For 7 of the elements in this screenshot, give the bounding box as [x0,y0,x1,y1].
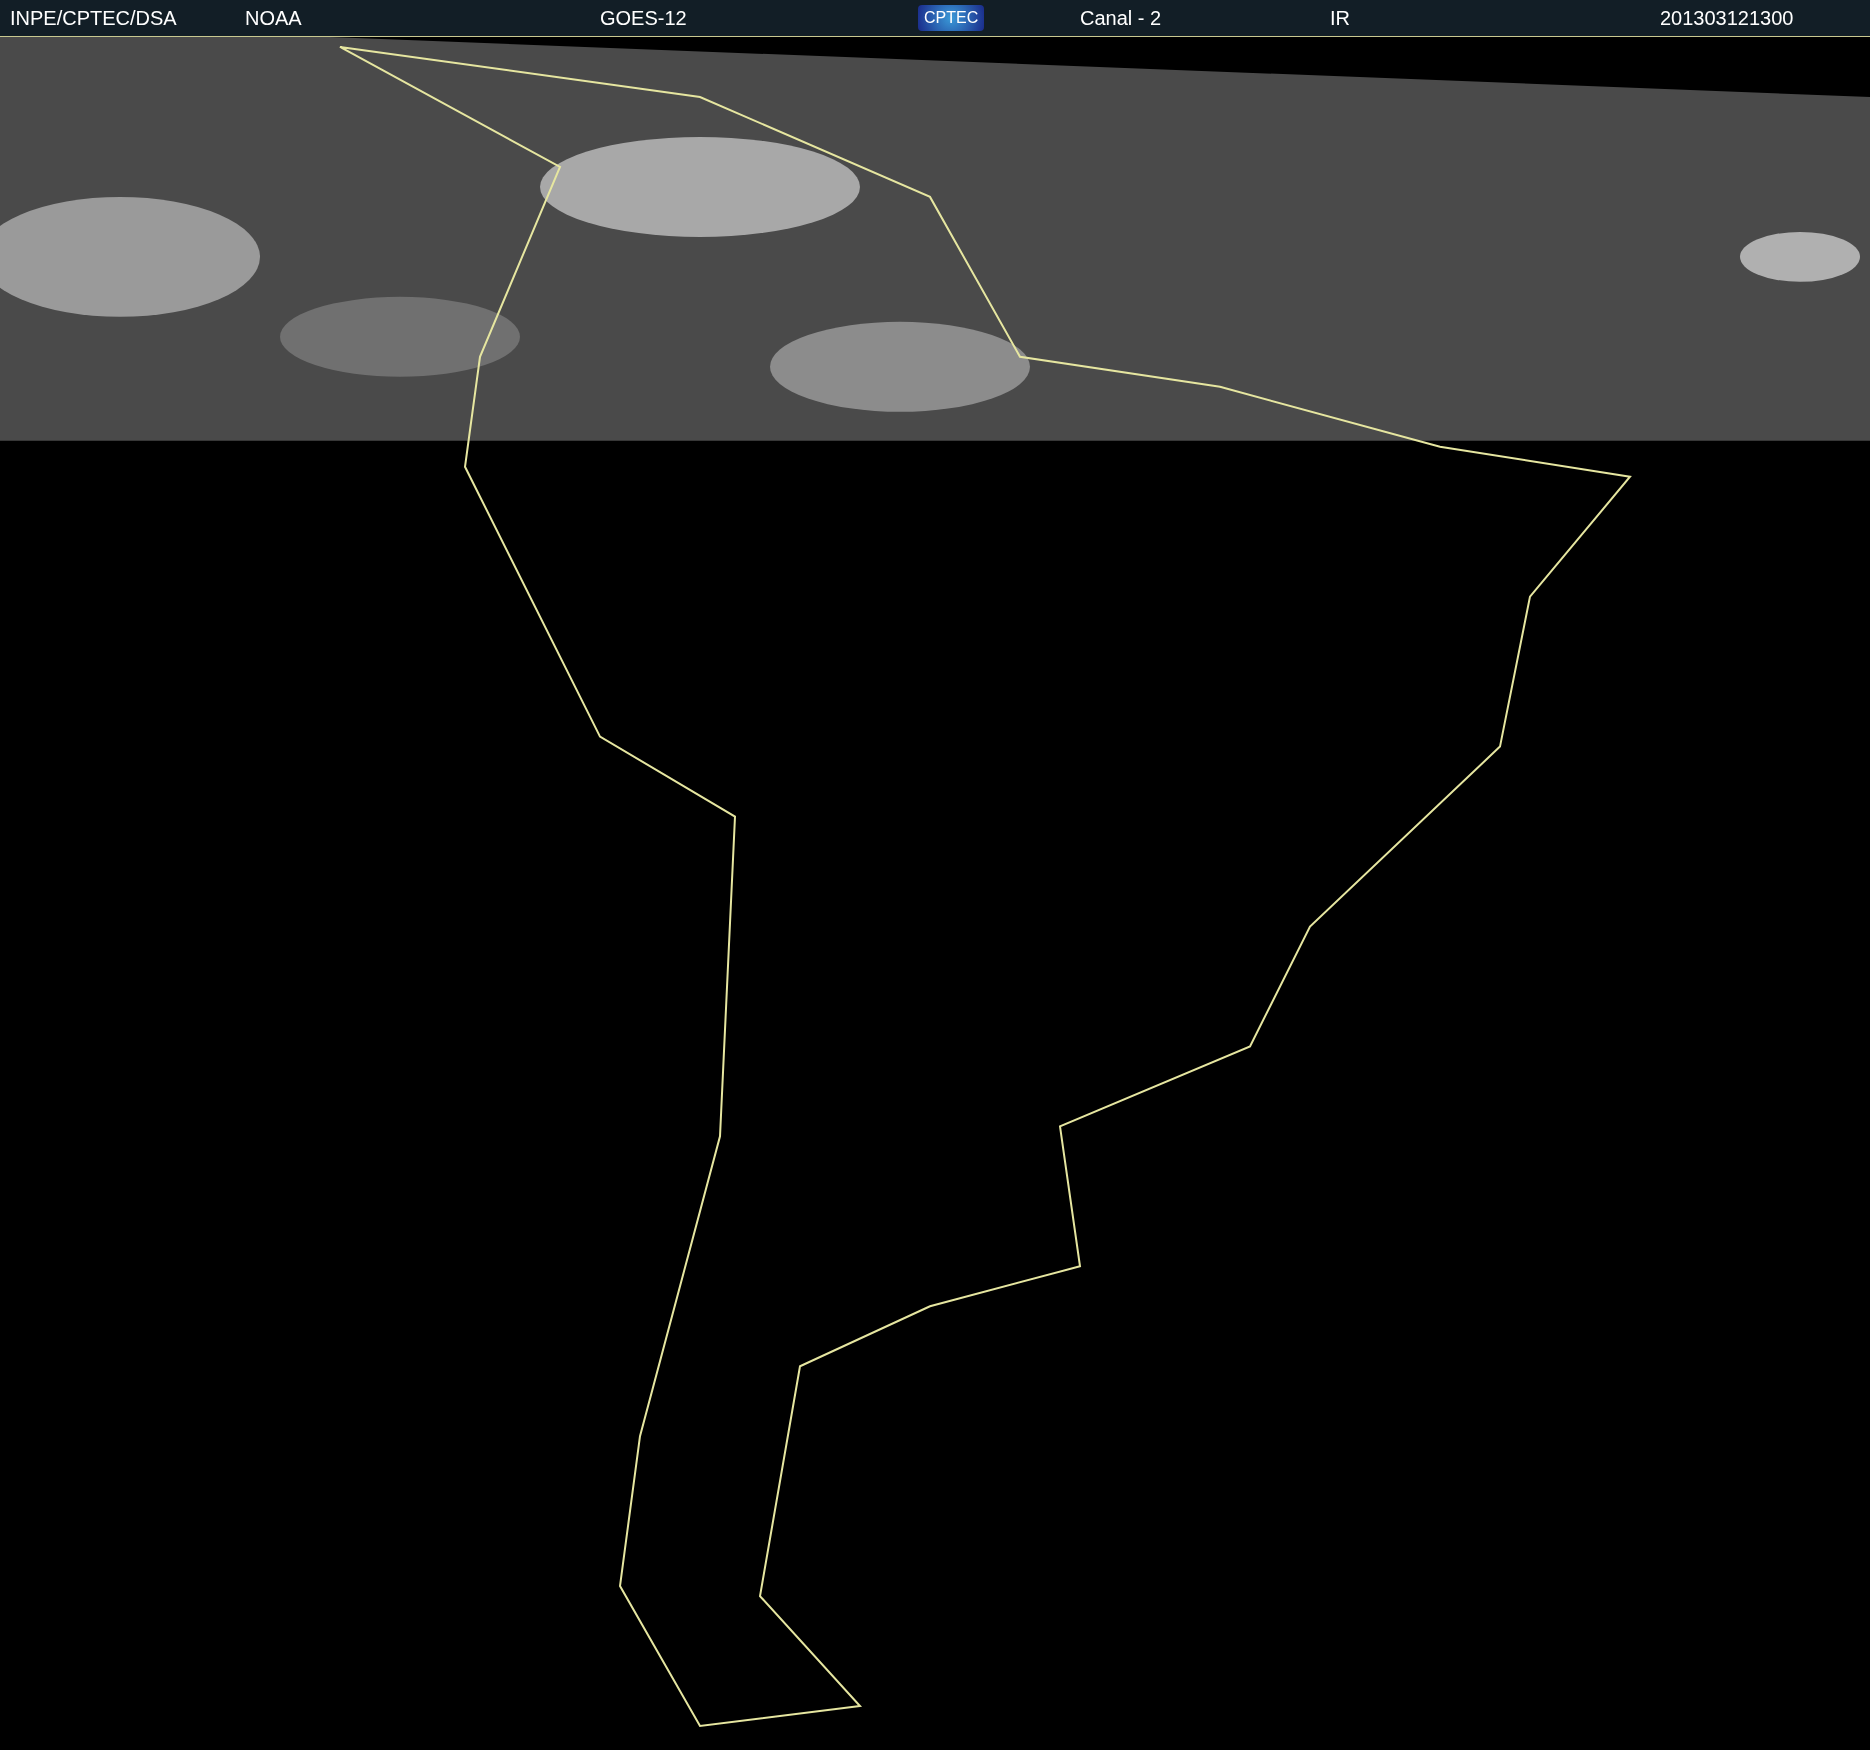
header-text: GOES-12 [600,6,687,30]
header-text: Canal - 2 [1080,6,1162,30]
header-text: IR [1330,6,1350,30]
header-text: NOAA [245,6,302,30]
header-text: INPE/CPTEC/DSA [10,6,177,30]
logo: CPTEC [918,5,985,31]
header-text: 201303121300 [1660,6,1794,30]
